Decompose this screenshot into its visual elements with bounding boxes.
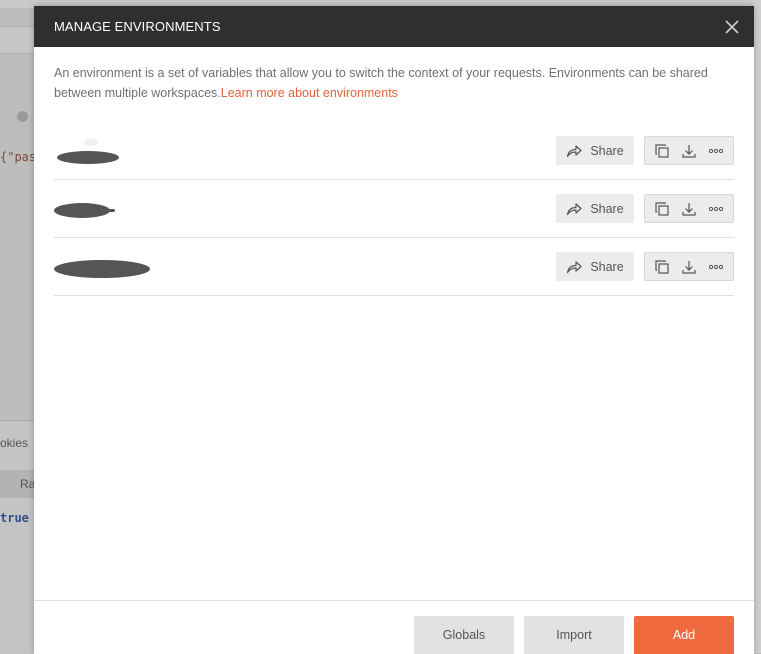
add-button[interactable]: Add (634, 616, 734, 654)
environment-actions: Share (556, 194, 734, 223)
environment-icon-group (644, 136, 734, 165)
background-response-panel (0, 420, 34, 654)
duplicate-icon[interactable] (653, 258, 671, 276)
background-response-value: true (0, 511, 29, 525)
share-arrow-icon (567, 144, 582, 157)
share-label: Share (590, 143, 624, 158)
share-button[interactable]: Share (556, 136, 634, 165)
environment-icon-group (644, 252, 734, 281)
environment-list: Share Share Share (54, 122, 734, 296)
modal-title: MANAGE ENVIRONMENTS (54, 19, 221, 34)
environment-name[interactable] (54, 136, 254, 166)
environment-actions: Share (556, 136, 734, 165)
environment-row[interactable]: Share (54, 122, 734, 180)
environment-name[interactable] (54, 194, 254, 224)
download-icon[interactable] (680, 258, 698, 276)
modal-description: An environment is a set of variables tha… (54, 63, 734, 103)
duplicate-icon[interactable] (653, 142, 671, 160)
share-arrow-icon (567, 202, 582, 215)
duplicate-icon[interactable] (653, 200, 671, 218)
redacted-name-mark (54, 202, 110, 218)
more-icon[interactable] (707, 258, 725, 276)
environment-row[interactable]: Share (54, 180, 734, 238)
close-icon[interactable] (722, 17, 742, 37)
background-right-edge (754, 0, 761, 653)
modal-header: MANAGE ENVIRONMENTS (34, 6, 754, 47)
manage-environments-modal: MANAGE ENVIRONMENTS An environment is a … (34, 6, 754, 654)
background-cookies-tab: okies (0, 436, 29, 450)
modal-footer: Globals Import Add (34, 600, 754, 654)
share-label: Share (590, 259, 624, 274)
share-button[interactable]: Share (556, 194, 634, 223)
environment-icon-group (644, 194, 734, 223)
download-icon[interactable] (680, 200, 698, 218)
share-label: Share (590, 201, 624, 216)
environment-name[interactable] (54, 252, 254, 282)
redacted-name-mark (106, 208, 115, 212)
more-icon[interactable] (707, 200, 725, 218)
learn-more-link[interactable]: Learn more about environments (221, 86, 398, 100)
environment-row[interactable]: Share (54, 238, 734, 296)
environment-actions: Share (556, 252, 734, 281)
download-icon[interactable] (680, 142, 698, 160)
more-icon[interactable] (707, 142, 725, 160)
share-arrow-icon (567, 260, 582, 273)
redacted-name-mark (54, 259, 150, 278)
background-code-snippet: {"pas (0, 150, 37, 164)
modal-body: An environment is a set of variables tha… (34, 47, 754, 296)
import-button[interactable]: Import (524, 616, 624, 654)
share-button[interactable]: Share (556, 252, 634, 281)
globals-button[interactable]: Globals (414, 616, 514, 654)
redacted-name-mark (57, 150, 119, 164)
background-toolbar (0, 26, 34, 54)
redacted-name-mark (84, 137, 98, 146)
background-status-dot (17, 111, 28, 122)
